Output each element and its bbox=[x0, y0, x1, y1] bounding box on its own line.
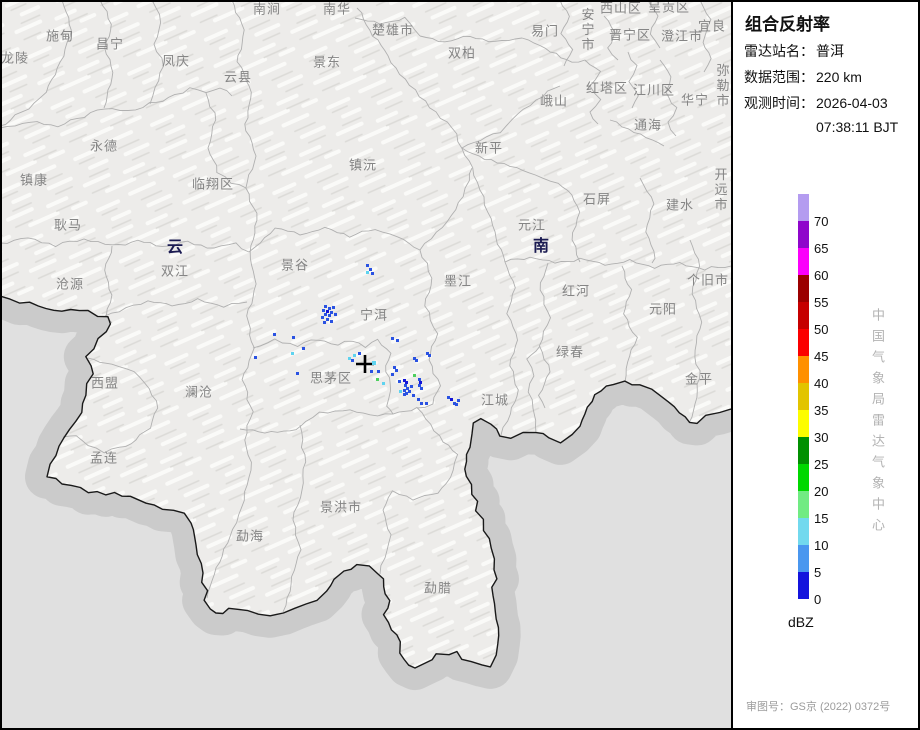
obs-clock-value: 07:38:11 BJT bbox=[816, 116, 914, 138]
colorbar-segment bbox=[798, 356, 809, 383]
data-range-label: 数据范围： bbox=[744, 64, 816, 90]
data-range-field: 数据范围：220 km bbox=[744, 64, 914, 90]
colorbar-segment bbox=[798, 491, 809, 518]
colorbar-tick-label: 50 bbox=[814, 323, 828, 336]
colorbar-segment bbox=[798, 302, 809, 329]
colorbar-segment bbox=[798, 464, 809, 491]
metadata-fields: 雷达站名：普洱 数据范围：220 km 观测时间：2026-04-03 07:3… bbox=[744, 38, 914, 138]
colorbar-tick-label: 35 bbox=[814, 404, 828, 417]
colorbar-segment bbox=[798, 437, 809, 464]
colorbar-segment bbox=[798, 545, 809, 572]
colorbar-segment bbox=[798, 518, 809, 545]
colorbar-tick-label: 15 bbox=[814, 512, 828, 525]
data-range-value: 220 km bbox=[816, 69, 862, 85]
radar-display: 龙陵施甸昌宁凤庆云县永德镇康临翔区南涧南华楚雄市双柏景东镇沅易门安宁市西山区呈贡… bbox=[0, 0, 920, 730]
colorbar-tick-label: 20 bbox=[814, 485, 828, 498]
colorbar-segment bbox=[798, 275, 809, 302]
colorbar-segment bbox=[798, 221, 809, 248]
colorbar-segment bbox=[798, 572, 809, 599]
watermark-vertical-text: 中国气象局雷达气象中心 bbox=[868, 308, 887, 539]
station-name-label: 雷达站名： bbox=[744, 38, 816, 64]
map-license-number: 审图号：GS京 (2022) 0372号 bbox=[746, 698, 890, 714]
map-canvas bbox=[0, 0, 731, 730]
colorbar-tick-label: 70 bbox=[814, 215, 828, 228]
station-name-field: 雷达站名：普洱 bbox=[744, 38, 914, 64]
colorbar-tick-label: 60 bbox=[814, 269, 828, 282]
colorbar-tick-label: 45 bbox=[814, 350, 828, 363]
info-panel: 组合反射率 雷达站名：普洱 数据范围：220 km 观测时间：2026-04-0… bbox=[733, 2, 918, 728]
colorbar-tick-label: 55 bbox=[814, 296, 828, 309]
colorbar-tick-label: 25 bbox=[814, 458, 828, 471]
colorbar-tick-label: 5 bbox=[814, 566, 821, 579]
colorbar-segment bbox=[798, 194, 809, 221]
obs-time-field: 观测时间：2026-04-03 07:38:11 BJT bbox=[744, 90, 914, 138]
colorbar-tick-label: 65 bbox=[814, 242, 828, 255]
colorbar-segment bbox=[798, 329, 809, 356]
colorbar-tick-label: 0 bbox=[814, 593, 821, 606]
product-title: 组合反射率 bbox=[745, 10, 830, 35]
colorbar-tick-label: 10 bbox=[814, 539, 828, 552]
colorbar-tick-label: 30 bbox=[814, 431, 828, 444]
colorbar-segment bbox=[798, 383, 809, 410]
obs-time-label: 观测时间： bbox=[744, 90, 816, 116]
obs-date-value: 2026-04-03 bbox=[816, 95, 888, 111]
colorbar-segment bbox=[798, 248, 809, 275]
colorbar-segment bbox=[798, 410, 809, 437]
colorbar-tick-label: 40 bbox=[814, 377, 828, 390]
station-name-value: 普洱 bbox=[816, 43, 844, 59]
dbz-unit-label: dBZ bbox=[788, 614, 814, 630]
